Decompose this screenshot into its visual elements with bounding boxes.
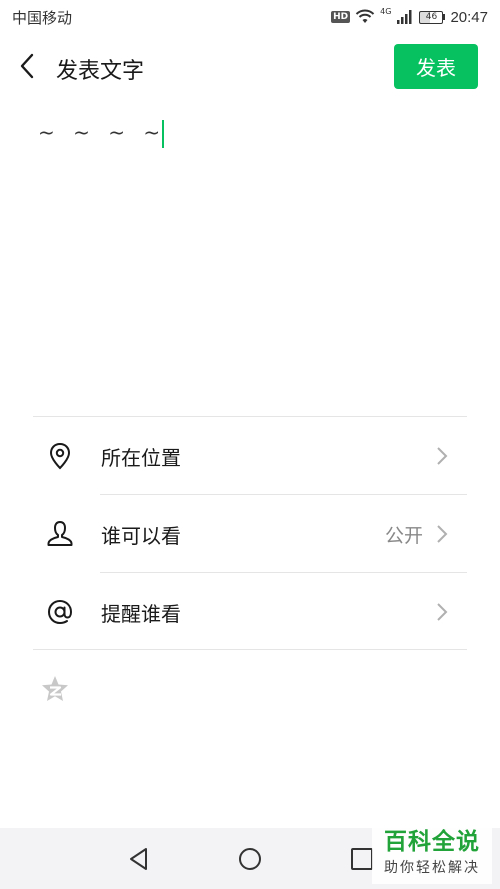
status-bar: 中国移动 HD 4G 46 20:47 — [0, 0, 500, 34]
option-visibility[interactable]: 谁可以看 公开 — [33, 495, 467, 573]
option-label: 所在位置 — [101, 445, 181, 470]
battery-level: 46 — [425, 12, 438, 22]
nav-recent-apps-icon[interactable] — [350, 847, 374, 871]
nav-home-icon[interactable] — [237, 846, 263, 872]
post-text-input[interactable]: ~ ~ ~ ~ — [38, 120, 468, 380]
chevron-right-icon — [437, 447, 448, 465]
divider — [33, 649, 467, 650]
person-icon — [47, 521, 73, 546]
visibility-value: 公开 — [384, 524, 423, 547]
wifi-icon — [355, 9, 375, 23]
option-label: 谁可以看 — [101, 523, 181, 548]
network-type: 4G — [380, 6, 392, 16]
page-title: 发表文字 — [56, 59, 145, 84]
header: 发表文字 发表 — [0, 34, 500, 100]
hd-badge: HD — [331, 11, 351, 23]
battery-icon: 46 — [419, 10, 446, 24]
status-indicators: HD 4G 46 20:47 — [331, 6, 488, 26]
watermark: 百科全说 助你轻松解决 — [372, 826, 492, 884]
watermark-subtitle: 助你轻松解决 — [384, 860, 480, 876]
carrier-name: 中国移动 — [12, 8, 73, 27]
post-text: ~ ~ ~ ~ — [38, 120, 167, 145]
option-location[interactable]: 所在位置 — [33, 417, 467, 495]
nav-back-icon[interactable] — [126, 846, 152, 872]
qzone-star-icon[interactable] — [40, 674, 70, 704]
location-pin-icon — [49, 442, 71, 470]
chevron-right-icon — [437, 603, 448, 621]
text-caret — [162, 120, 165, 148]
option-mention[interactable]: 提醒谁看 — [33, 573, 467, 651]
publish-button[interactable]: 发表 — [394, 44, 478, 89]
signal-icon — [397, 10, 412, 24]
option-label: 提醒谁看 — [101, 601, 181, 626]
watermark-title: 百科全说 — [384, 829, 480, 855]
chevron-right-icon — [437, 525, 448, 543]
at-sign-icon — [47, 599, 73, 625]
clock: 20:47 — [450, 8, 488, 26]
back-arrow-icon[interactable] — [14, 52, 42, 80]
